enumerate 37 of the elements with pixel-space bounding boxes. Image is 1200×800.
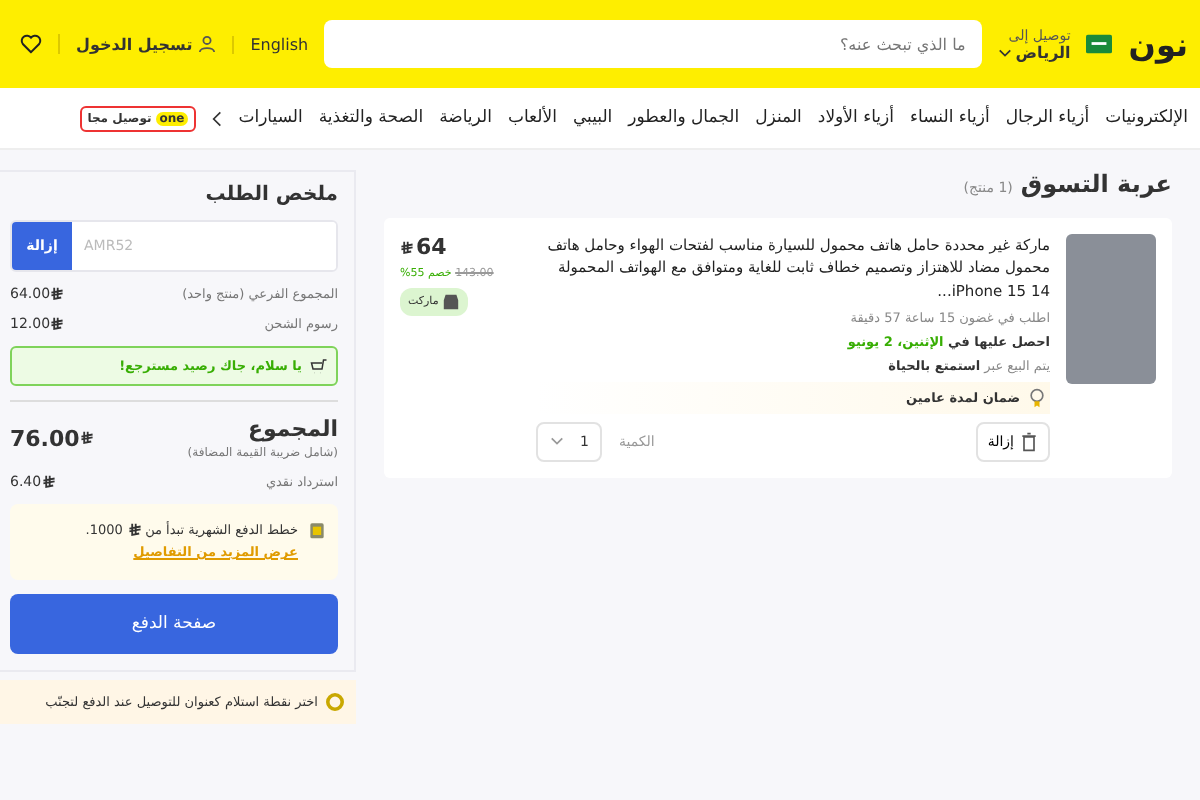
trash-icon — [1020, 431, 1038, 452]
heart-icon[interactable] — [20, 34, 42, 54]
summary-title: ملخص الطلب — [203, 184, 338, 206]
riyal-icon — [400, 239, 414, 255]
category-link[interactable]: السيارات — [238, 108, 303, 128]
riyal-icon — [50, 316, 65, 332]
deliver-city[interactable]: الرياض — [997, 43, 1071, 61]
checkout-button[interactable]: صفحة الدفع — [10, 594, 338, 655]
language-link[interactable]: English — [232, 35, 309, 53]
category-link[interactable]: أزياء الرجال — [1005, 108, 1090, 128]
category-link[interactable]: الألعاب — [507, 108, 557, 128]
user-icon — [198, 34, 217, 54]
cart-icon — [310, 356, 328, 376]
category-link[interactable]: الجمال والعطور — [628, 108, 740, 128]
total-label: المجموع — [248, 416, 338, 442]
flag-icon — [1086, 34, 1113, 54]
cart-title: عربة التسوق — [1020, 170, 1172, 198]
riyal-icon — [127, 522, 141, 539]
product-price: 64 — [400, 234, 447, 260]
category-link[interactable]: الرياضة — [439, 108, 492, 128]
chevron-left-icon[interactable] — [212, 109, 223, 127]
riyal-icon — [41, 474, 56, 490]
badge-icon — [1028, 387, 1046, 408]
search-field[interactable]: ما الذي تبحث عنه؟ — [324, 20, 982, 68]
riyal-icon — [50, 286, 65, 302]
category-link[interactable]: أزياء النساء — [910, 108, 990, 128]
chevron-down-icon — [550, 436, 564, 447]
category-link[interactable]: المنزل — [755, 108, 802, 128]
category-link[interactable]: الإلكترونيات — [1105, 108, 1188, 128]
category-link[interactable]: الصحة والتغذية — [318, 108, 424, 128]
chevron-down-icon — [997, 47, 1012, 57]
logo[interactable]: نون — [1128, 25, 1188, 63]
sign-in-link[interactable]: تسجيل الدخول — [58, 34, 217, 54]
riyal-icon — [79, 430, 94, 446]
total-value: 76.00 — [10, 425, 94, 451]
category-link[interactable]: أزياء الأولاد — [817, 108, 894, 128]
category-link[interactable]: البيبي — [572, 108, 613, 128]
